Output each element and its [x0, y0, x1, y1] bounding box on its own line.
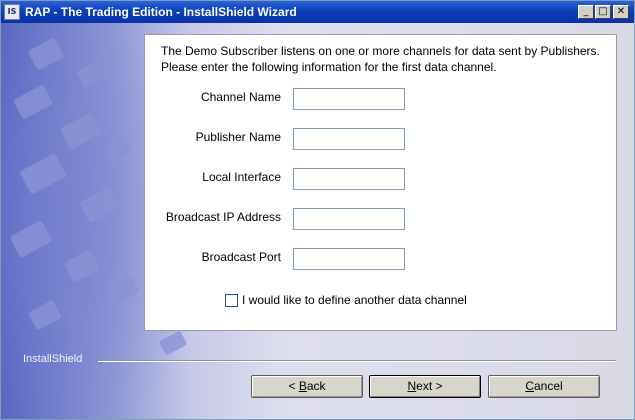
- publisher-name-label: Publisher Name: [195, 130, 281, 144]
- next-button-label: ext >: [416, 379, 443, 393]
- broadcast-ip-address-label: Broadcast IP Address: [165, 210, 281, 224]
- back-button-label: ack: [306, 379, 326, 393]
- channel-name-input[interactable]: [293, 88, 405, 110]
- back-button-prefix: <: [288, 379, 299, 393]
- back-button[interactable]: < Back: [251, 375, 363, 398]
- next-button-mnemonic: N: [407, 379, 417, 393]
- background-decoration: [158, 330, 188, 356]
- background-decoration: [79, 186, 121, 224]
- installer-window: IS RAP - The Trading Edition - InstallSh…: [0, 0, 635, 420]
- background-decoration: [27, 37, 65, 71]
- next-button[interactable]: Next >: [369, 375, 481, 398]
- background-decoration: [59, 111, 103, 151]
- installshield-brand: InstallShield: [23, 353, 83, 365]
- background-decoration: [108, 275, 140, 305]
- background-decoration: [19, 153, 67, 195]
- title-bar[interactable]: IS RAP - The Trading Edition - InstallSh…: [1, 1, 634, 23]
- channel-name-label: Channel Name: [200, 90, 281, 104]
- another-channel-checkbox-label[interactable]: I would like to define another data chan…: [242, 293, 467, 307]
- cancel-button[interactable]: Cancel: [488, 375, 600, 398]
- cancel-button-label: ancel: [533, 379, 563, 393]
- minimize-button[interactable]: _: [578, 5, 594, 19]
- local-interface-label: Local Interface: [202, 170, 281, 184]
- broadcast-port-input[interactable]: [293, 248, 405, 270]
- background-decoration: [103, 136, 133, 164]
- close-button[interactable]: ✕: [613, 5, 629, 19]
- cancel-button-mnemonic: C: [525, 379, 534, 393]
- maximize-button[interactable]: □: [595, 5, 611, 19]
- publisher-name-input[interactable]: [293, 128, 405, 150]
- broadcast-ip-address-input[interactable]: [293, 208, 405, 230]
- background-decoration: [63, 249, 101, 283]
- content-panel: The Demo Subscriber listens on one or mo…: [144, 34, 617, 331]
- another-channel-checkbox[interactable]: [225, 294, 238, 307]
- footer-separator: [98, 360, 616, 362]
- local-interface-input[interactable]: [293, 168, 405, 190]
- broadcast-port-label: Broadcast Port: [201, 250, 281, 264]
- background-decoration: [12, 84, 54, 120]
- intro-text: The Demo Subscriber listens on one or mo…: [161, 44, 600, 74]
- background-decoration: [27, 299, 63, 331]
- background-decoration: [76, 59, 108, 89]
- window-title: RAP - The Trading Edition - InstallShiel…: [25, 5, 297, 19]
- installshield-icon: IS: [4, 4, 20, 20]
- back-button-mnemonic: B: [298, 379, 307, 393]
- background-decoration: [9, 219, 53, 259]
